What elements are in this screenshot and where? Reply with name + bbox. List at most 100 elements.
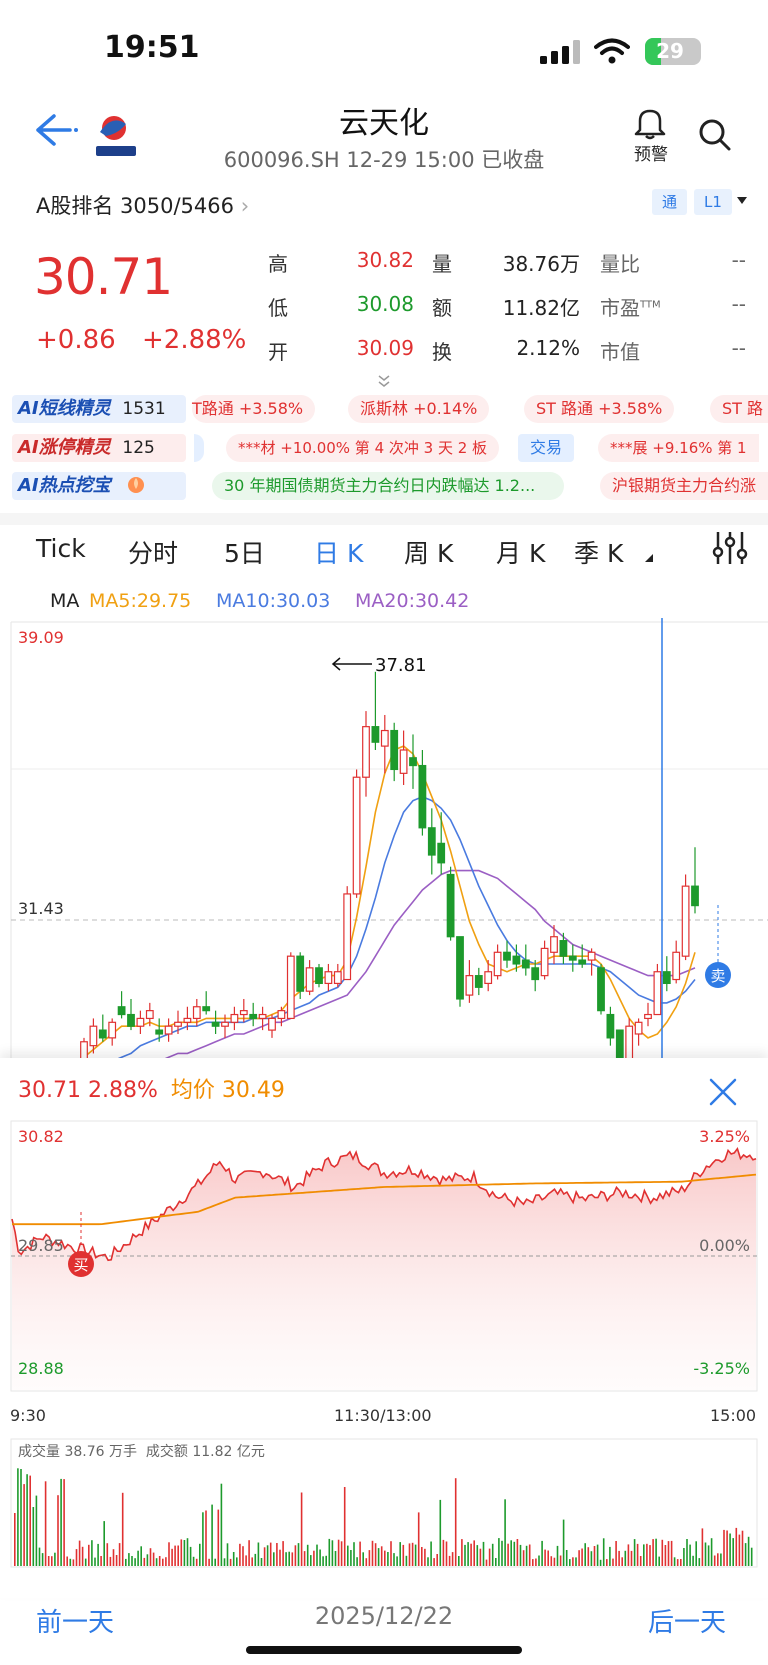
candle-up[interactable] (587, 951, 596, 961)
candle-down[interactable] (437, 842, 446, 864)
trade-button[interactable]: 交易 (518, 434, 575, 462)
expand-chevron-icon[interactable] (377, 374, 391, 388)
candle-up[interactable] (192, 1006, 201, 1020)
tab-tick[interactable]: Tick (36, 534, 86, 563)
kline-chart[interactable]: 卖 37.81 39.09 31.43 (0, 618, 768, 1058)
candle-up[interactable] (286, 955, 295, 1020)
candle-down[interactable] (606, 1013, 615, 1039)
ai-short-item[interactable]: T路通 +3.58% (192, 395, 316, 423)
candle-up[interactable] (89, 1025, 98, 1047)
bell-icon[interactable] (634, 106, 666, 140)
candle-up[interactable] (362, 726, 370, 778)
ai-hotspot-item[interactable]: 30 年期国债期货主力合约日内跌幅达 1.2... (212, 472, 564, 500)
candle-down[interactable] (296, 955, 305, 992)
candle-up[interactable] (230, 1013, 239, 1023)
candle-down[interactable] (474, 975, 483, 988)
candle-down[interactable] (418, 764, 427, 829)
candle-down[interactable] (597, 967, 605, 1012)
candle-up[interactable] (80, 1041, 88, 1058)
candle-down[interactable] (456, 936, 464, 1000)
candle-down[interactable] (249, 1013, 258, 1020)
volume-bar (300, 1492, 303, 1566)
candle-down[interactable] (117, 1006, 126, 1016)
candle-down[interactable] (512, 955, 521, 965)
tab-weekly-k[interactable]: 周 K (404, 534, 453, 570)
candle-up[interactable] (183, 1017, 192, 1023)
candle-up[interactable] (343, 893, 352, 981)
candle-down[interactable] (531, 967, 540, 981)
candle-up[interactable] (484, 971, 493, 985)
alert-button-label[interactable]: 预警 (634, 140, 668, 165)
candle-up[interactable] (352, 776, 361, 895)
ai-limit-up-badge[interactable]: AI涨停精灵 125 (12, 434, 186, 462)
candle-up[interactable] (164, 1025, 173, 1035)
candle-down[interactable] (211, 1021, 220, 1027)
candle-down[interactable] (691, 885, 699, 907)
close-icon[interactable] (708, 1077, 738, 1107)
tab-intraday[interactable]: 分时 (128, 534, 178, 570)
candle-down[interactable] (127, 1013, 135, 1027)
candle-down[interactable] (202, 1006, 211, 1012)
ai-short-line-badge[interactable]: AI短线精灵 1531 (12, 395, 186, 423)
candle-up[interactable] (653, 971, 662, 1016)
ai-hotspot-badge[interactable]: AI热点挖宝 (12, 472, 186, 500)
candle-down[interactable] (559, 940, 568, 957)
candle-up[interactable] (258, 1013, 267, 1020)
ai-short-item[interactable]: ST 路通 +3.58% (524, 395, 675, 423)
candle-down[interactable] (315, 967, 323, 985)
candle-up[interactable] (305, 967, 314, 992)
candle-down[interactable] (521, 959, 530, 969)
a-share-rank[interactable]: A股排名 3050/5466 › (36, 190, 249, 220)
candle-up[interactable] (672, 951, 681, 981)
candle-up[interactable] (634, 1021, 643, 1035)
candle-up[interactable] (136, 1017, 145, 1027)
ai-short-item[interactable]: 派斯林 +0.14% (348, 395, 490, 423)
tab-monthly-k[interactable]: 月 K (496, 534, 545, 570)
candle-up[interactable] (644, 1013, 652, 1020)
ai-hotspot-item[interactable]: 沪银期货主力合约涨 (600, 472, 768, 500)
next-day-button[interactable]: 后一天 (648, 1602, 726, 1639)
candle-up[interactable] (493, 951, 502, 977)
candle-up[interactable] (221, 1021, 229, 1027)
candle-down[interactable] (578, 959, 587, 965)
ai-limit-item[interactable]: ***展 +9.16% 第 1 (598, 434, 759, 462)
candle-down[interactable] (409, 757, 417, 767)
candle-down[interactable] (446, 873, 455, 938)
intraday-chart[interactable]: 买 30.82 29.85 28.88 3.25% 0.00% -3.25% (0, 1120, 768, 1395)
candle-up[interactable] (174, 1021, 182, 1027)
candle-up[interactable] (380, 729, 389, 747)
level-tag[interactable]: L1 (694, 189, 732, 215)
candle-up[interactable] (145, 1010, 154, 1020)
tab-quarterly-k[interactable]: 季 K (574, 534, 623, 570)
tab-more-caret-icon[interactable] (644, 553, 654, 563)
candle-down[interactable] (662, 971, 671, 985)
candle-down[interactable] (503, 951, 511, 961)
candle-up[interactable] (550, 936, 558, 953)
candle-down[interactable] (155, 1029, 164, 1035)
candle-up[interactable] (324, 971, 333, 985)
tab-daily-k[interactable]: 日 K (314, 534, 363, 570)
candle-up[interactable] (540, 947, 549, 977)
ai-limit-item[interactable]: ***材 +10.00% 第 4 次冲 3 天 2 板 (226, 434, 500, 462)
candle-up[interactable] (333, 971, 342, 985)
candle-down[interactable] (390, 729, 399, 771)
candle-up[interactable] (268, 1017, 276, 1031)
candle-down[interactable] (371, 726, 380, 743)
tong-tag[interactable]: 通 (652, 189, 688, 215)
tab-5day[interactable]: 5日 (224, 534, 265, 570)
candle-down[interactable] (568, 955, 577, 961)
search-icon[interactable] (698, 118, 732, 152)
chart-settings-icon[interactable] (712, 530, 748, 566)
candle-up[interactable] (625, 1025, 634, 1058)
candle-down[interactable] (98, 1029, 107, 1039)
candle-up[interactable] (239, 1010, 248, 1016)
candle-down[interactable] (615, 1029, 624, 1058)
candle-up[interactable] (399, 749, 408, 774)
caret-down-icon[interactable] (736, 196, 748, 206)
candle-down[interactable] (427, 827, 436, 856)
candle-up[interactable] (108, 1021, 117, 1039)
candle-up[interactable] (277, 1010, 286, 1020)
candle-up[interactable] (681, 885, 690, 957)
candle-up[interactable] (465, 975, 474, 996)
ai-short-item[interactable]: ST 路 (710, 395, 768, 423)
